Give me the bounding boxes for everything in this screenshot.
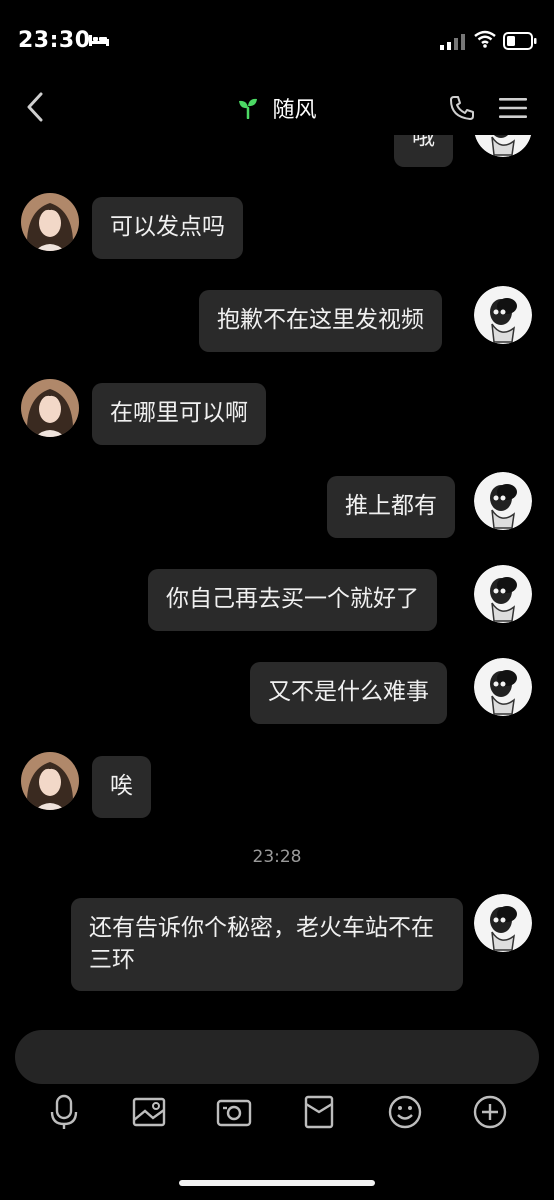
chat-timestamp: 23:28 <box>252 847 302 867</box>
message-text: 还有告诉你个秘密，老火车站不在三环 <box>89 915 434 973</box>
message-text: 你自己再去买一个就好了 <box>166 586 419 612</box>
battery-icon <box>503 32 537 50</box>
phone-icon[interactable] <box>448 94 476 122</box>
contact-avatar[interactable] <box>21 193 79 251</box>
message-bubble-sent[interactable]: 你自己再去买一个就好了 <box>148 569 437 631</box>
contact-avatar[interactable] <box>21 379 79 437</box>
red-packet-icon[interactable] <box>301 1094 337 1130</box>
message-bubble-sent[interactable]: 还有告诉你个秘密，老火车站不在三环 <box>71 898 463 991</box>
message-text: 抱歉不在这里发视频 <box>217 307 424 333</box>
emoji-icon[interactable] <box>387 1094 423 1130</box>
add-icon[interactable] <box>472 1094 508 1130</box>
message-text: 可以发点吗 <box>110 214 225 240</box>
home-indicator[interactable] <box>179 1180 375 1186</box>
message-bubble-sent[interactable]: 抱歉不在这里发视频 <box>199 290 442 352</box>
status-bar: 23:30 <box>0 0 554 80</box>
contact-avatar[interactable] <box>21 752 79 810</box>
message-input[interactable] <box>15 1030 539 1084</box>
message-text: 在哪里可以啊 <box>110 400 248 426</box>
my-avatar[interactable] <box>474 658 532 716</box>
status-time: 23:30 <box>18 28 91 53</box>
my-avatar[interactable] <box>474 286 532 344</box>
my-avatar[interactable] <box>474 565 532 623</box>
image-icon[interactable] <box>131 1094 167 1130</box>
sprout-icon <box>239 98 258 119</box>
sleep-mode-icon <box>89 35 109 46</box>
message-text: 又不是什么难事 <box>268 679 429 705</box>
my-avatar[interactable] <box>474 472 532 530</box>
chat-area[interactable]: 哦 可以发点吗 抱歉不在这里发视频 在哪里可以啊 推上都有 你自己再去买一个就好… <box>0 135 554 1020</box>
message-bubble-sent[interactable]: 推上都有 <box>327 476 455 538</box>
message-bubble-sent[interactable]: 又不是什么难事 <box>250 662 447 724</box>
message-bubble-received[interactable]: 唉 <box>92 756 151 818</box>
cellular-signal-icon <box>440 34 465 50</box>
my-avatar[interactable] <box>474 135 532 157</box>
menu-icon[interactable] <box>499 96 527 120</box>
my-avatar[interactable] <box>474 894 532 952</box>
message-text: 唉 <box>110 773 133 799</box>
message-text: 哦 <box>412 135 435 150</box>
chat-header: 随风 <box>0 80 554 135</box>
message-bubble-received[interactable]: 可以发点吗 <box>92 197 243 259</box>
message-bubble-received[interactable]: 在哪里可以啊 <box>92 383 266 445</box>
microphone-icon[interactable] <box>46 1094 82 1130</box>
camera-icon[interactable] <box>216 1094 252 1130</box>
chat-toolbar <box>0 1092 554 1142</box>
chat-title: 随风 <box>272 98 317 123</box>
message-text: 推上都有 <box>345 493 437 519</box>
wifi-icon <box>474 30 496 48</box>
message-bubble-sent[interactable]: 哦 <box>394 135 453 167</box>
